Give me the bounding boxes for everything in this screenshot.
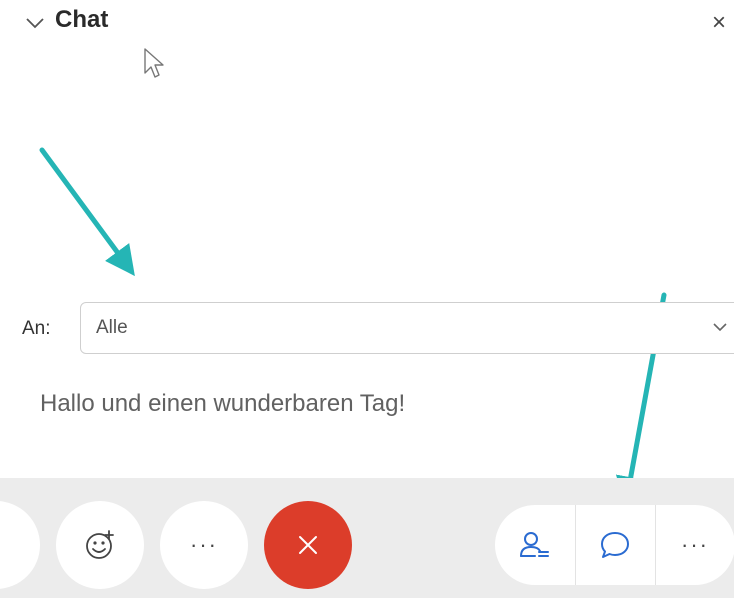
meeting-toolbar: ··· ··· [0,478,734,598]
emoji-reaction-icon [86,530,114,559]
collapse-chat-button[interactable] [20,8,50,38]
more-options-icon: ··· [681,532,709,557]
chevron-down-icon [713,323,727,332]
mouse-pointer-icon [144,48,164,78]
chevron-down-icon [26,18,44,29]
more-options-icon: ··· [190,532,218,557]
chat-button[interactable] [575,505,655,585]
recipient-selected-value: Alle [96,317,128,338]
participants-button[interactable] [495,505,575,585]
more-options-button[interactable]: ··· [160,501,248,589]
chat-panel: Chat × An: Alle Hallo und einen wunderba… [0,0,734,598]
close-chat-button[interactable]: × [712,8,734,38]
chat-header: Chat × [0,0,734,48]
more-options-button[interactable]: ··· [655,505,734,585]
leave-meeting-button[interactable] [264,501,352,589]
reactions-button[interactable] [56,501,144,589]
close-icon: × [712,9,727,36]
annotation-arrow-recipient [39,147,135,277]
partial-toolbar-button[interactable] [0,501,40,589]
participants-icon [520,532,549,557]
recipient-label: An: [22,318,51,339]
leave-meeting-icon [299,536,317,554]
chat-bubble-icon [601,532,629,558]
recipient-dropdown[interactable]: Alle [80,302,734,354]
message-input[interactable]: Hallo und einen wunderbaren Tag! [40,390,700,418]
chat-title: Chat [55,6,109,33]
panel-toggle-group: ··· [495,505,734,585]
